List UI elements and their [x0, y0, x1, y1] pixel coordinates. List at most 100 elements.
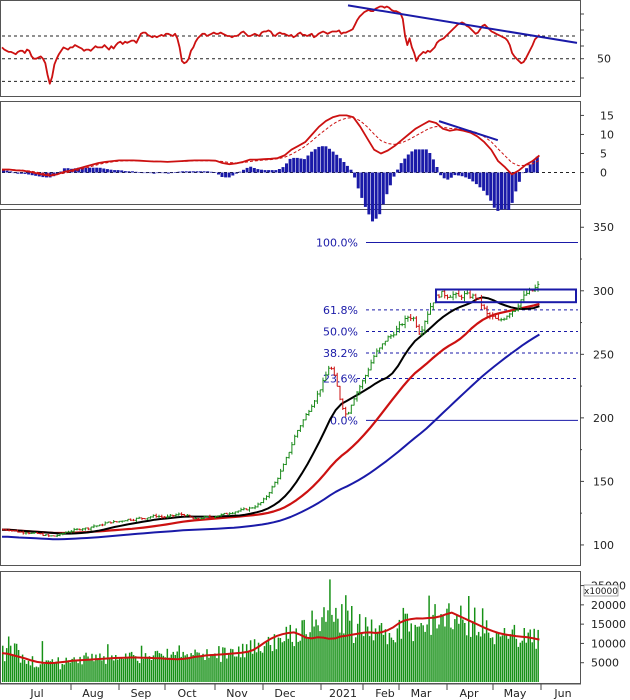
macd-histogram-bar-142	[510, 172, 514, 203]
macd-histogram-bar-54	[195, 171, 199, 173]
volume-bar-17	[35, 666, 38, 682]
volume-bar-37	[75, 659, 77, 682]
volume-bar-91	[182, 651, 184, 682]
volume-bar-183	[364, 617, 367, 682]
volume-tick-label-3: 10000	[591, 637, 626, 650]
volume-bar-78	[156, 650, 159, 682]
volume-bar-267	[531, 642, 533, 682]
macd-histogram-bar-119	[428, 153, 432, 173]
volume-bar-202	[402, 607, 405, 682]
x-tick-label-4: Nov	[226, 687, 248, 700]
macd-histogram-bar-86	[310, 151, 314, 173]
volume-bar-222	[442, 614, 444, 682]
macd-histogram-bar-85	[306, 155, 310, 173]
x-tick-label-10: May	[504, 687, 527, 700]
volume-bar-170	[339, 632, 341, 682]
volume-bar-221	[440, 614, 442, 682]
macd-tick-label-1: 10	[600, 128, 614, 141]
volume-bar-81	[162, 655, 165, 682]
macd-tick-label-3: 0	[600, 167, 607, 180]
volume-bar-172	[343, 633, 345, 682]
volume-bar-143	[285, 626, 288, 682]
volume-bar-186	[370, 619, 373, 682]
volume-bar-142	[283, 641, 286, 682]
volume-bar-223	[444, 626, 446, 682]
volume-bar-82	[164, 657, 167, 682]
volume-bar-215	[428, 595, 430, 682]
volume-bar-97	[194, 649, 196, 682]
x-tick-label-1: Aug	[82, 687, 103, 700]
volume-bar-252	[501, 635, 504, 682]
macd-histogram-bar-66	[238, 171, 242, 173]
volume-bar-270	[537, 629, 539, 682]
macd-histogram-bar-105	[378, 172, 382, 215]
price-tick-label-0: 350	[593, 221, 614, 234]
volume-bar-3	[7, 636, 10, 682]
volume-bar-108	[216, 658, 218, 682]
macd-histogram-bar-118	[424, 149, 428, 173]
macd-histogram-bar-46	[166, 172, 170, 174]
volume-bar-88	[176, 651, 178, 682]
volume-bar-90	[180, 656, 182, 682]
macd-histogram-bar-98	[353, 172, 357, 178]
volume-bar-5	[11, 655, 14, 682]
volume-bar-6	[13, 643, 16, 682]
volume-bar-194	[386, 644, 389, 682]
volume-bar-189	[376, 632, 379, 682]
volume-bar-74	[148, 656, 151, 682]
volume-bar-105	[210, 654, 212, 682]
volume-bar-265	[527, 632, 529, 682]
volume-bar-49	[99, 653, 101, 682]
volume-bar-56	[113, 660, 115, 682]
x-tick-label-11: Jun	[553, 687, 571, 700]
volume-bar-212	[422, 625, 424, 682]
macd-histogram-bar-76	[274, 170, 278, 173]
volume-bar-151	[301, 620, 303, 682]
macd-histogram-bar-100	[360, 172, 364, 198]
volume-bar-128	[255, 652, 258, 682]
fib-label-2: 50.0%	[323, 325, 358, 338]
macd-histogram-bar-93	[335, 154, 339, 173]
volume-bar-38	[77, 663, 79, 682]
volume-bar-70	[140, 645, 143, 682]
volume-bar-132	[263, 646, 266, 682]
volume-bar-225	[448, 603, 450, 682]
volume-bar-168	[335, 607, 337, 682]
macd-histogram-bar-7	[27, 172, 31, 175]
macd-histogram-bar-30	[109, 169, 113, 173]
macd-histogram-bar-79	[285, 163, 288, 173]
volume-bar-234	[466, 635, 468, 682]
volume-bar-7	[15, 643, 18, 682]
macd-histogram-bar-45	[163, 172, 167, 174]
volume-bar-20	[41, 641, 44, 682]
volume-bar-120	[239, 657, 242, 682]
volume-bar-60	[120, 657, 123, 682]
price-tick-label-2: 250	[593, 348, 614, 361]
volume-bar-150	[299, 640, 301, 682]
volume-bar-27	[55, 661, 58, 682]
macd-histogram-bar-124	[446, 172, 450, 180]
volume-tick-label-2: 15000	[591, 618, 626, 631]
volume-bar-69	[138, 663, 141, 682]
volume-bar-213	[424, 631, 426, 682]
macd-histogram-bar-108	[388, 172, 392, 186]
x-tick-label-5: Dec	[274, 687, 295, 700]
macd-histogram-bar-41	[148, 172, 152, 174]
volume-bar-224	[446, 608, 448, 682]
macd-histogram-bar-38	[138, 172, 142, 173]
macd-histogram-bar-141	[507, 172, 511, 210]
volume-bar-220	[438, 624, 440, 682]
macd-histogram-bar-117	[421, 149, 425, 173]
macd-histogram-bar-60	[217, 172, 220, 175]
volume-bar-250	[497, 633, 500, 682]
volume-bar-238	[473, 607, 476, 682]
volume-bar-126	[251, 653, 254, 682]
macd-histogram-bar-55	[199, 171, 202, 173]
volume-bar-51	[103, 656, 105, 682]
macd-histogram-bar-114	[410, 151, 414, 173]
volume-bar-1	[3, 661, 6, 682]
macd-histogram-bar-97	[349, 169, 353, 173]
macd-histogram-bar-139	[500, 172, 503, 210]
volume-bar-198	[394, 642, 397, 682]
macd-histogram-bar-68	[245, 167, 249, 173]
